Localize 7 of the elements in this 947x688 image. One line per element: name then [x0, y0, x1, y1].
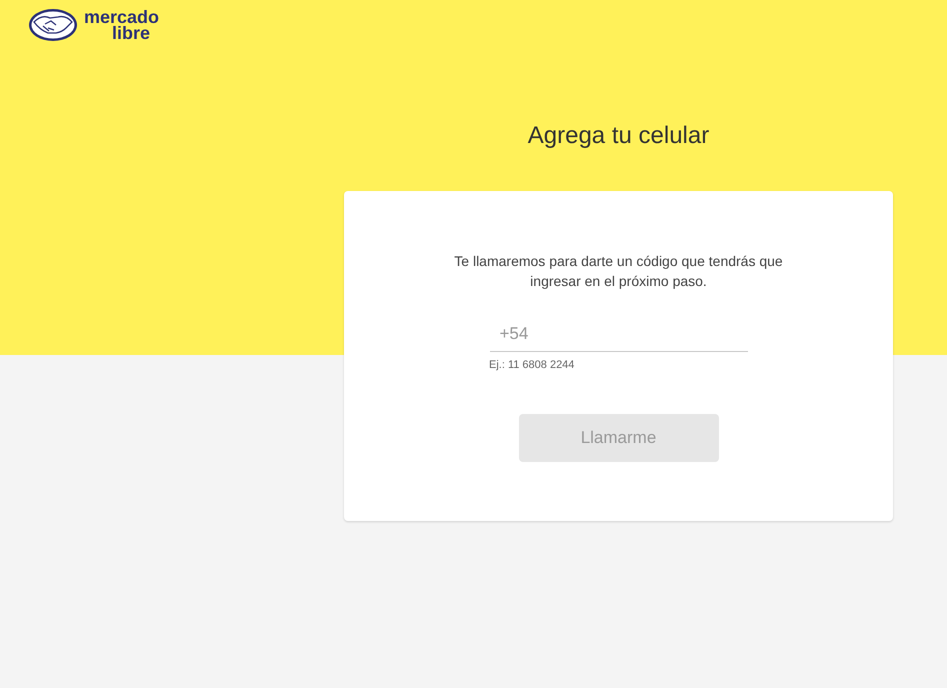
- description-text: Te llamaremos para darte un código que tendrás que ingresar en el próximo paso.: [453, 252, 784, 291]
- hint-text: Ej.: 11 6808 2244: [489, 358, 574, 373]
- handshake-logo-icon[interactable]: [28, 8, 78, 42]
- phone-input-field[interactable]: +54: [490, 317, 748, 352]
- page-title: Agrega tu celular: [526, 121, 710, 151]
- logo-text: mercado: [84, 9, 160, 25]
- logo-text: libre: [112, 25, 150, 41]
